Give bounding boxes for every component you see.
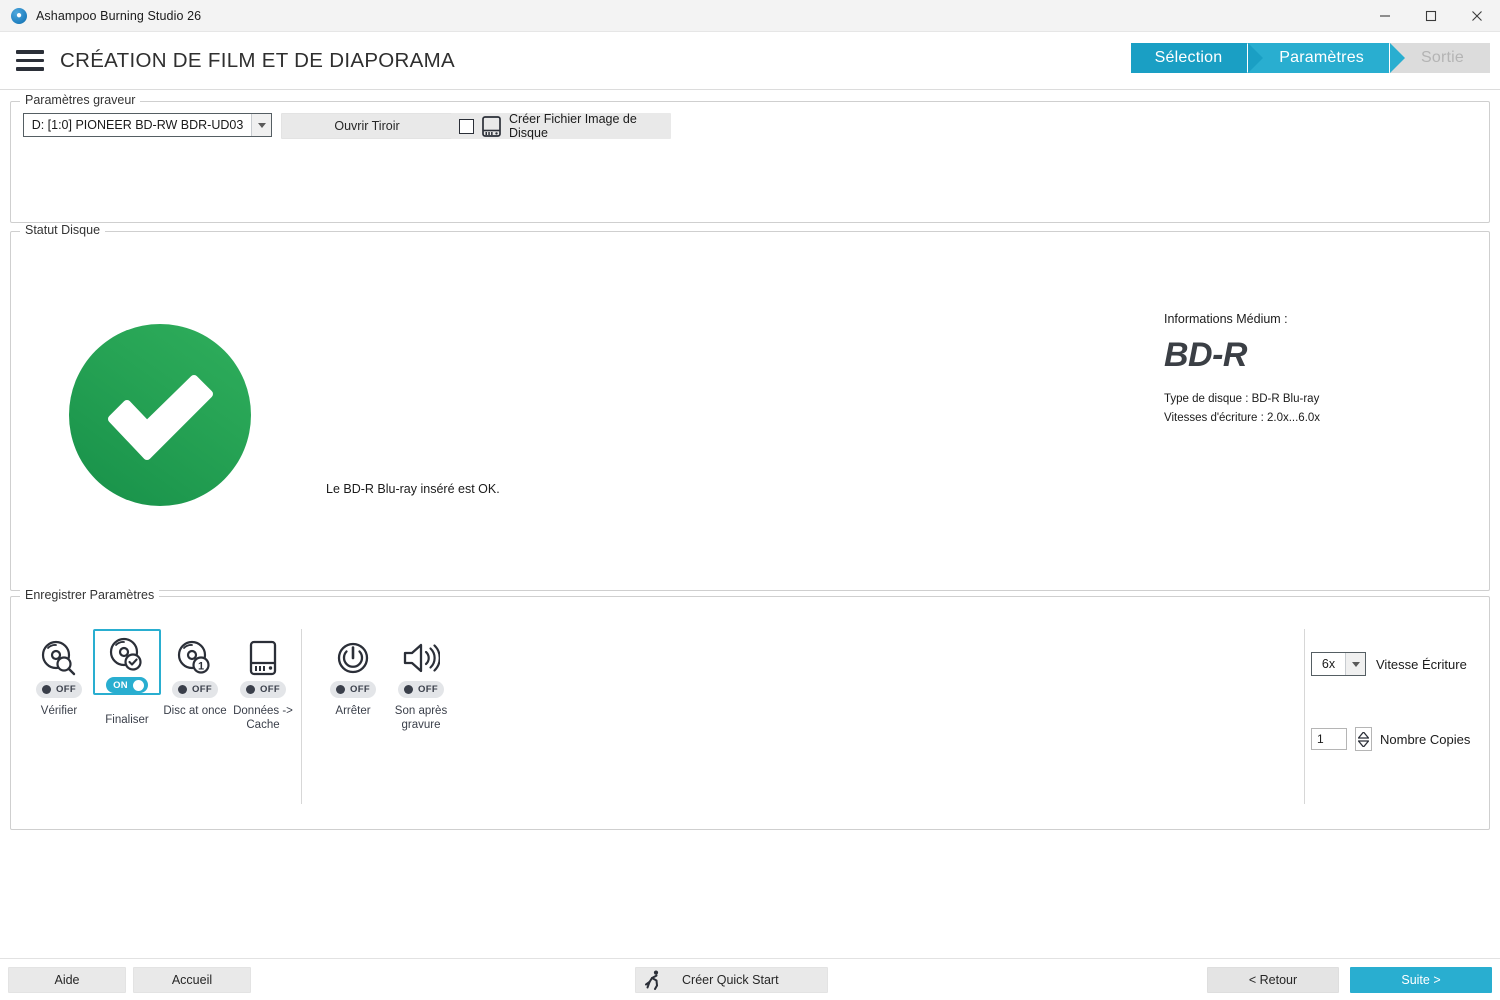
media-type: BD-R bbox=[1164, 336, 1247, 374]
minimize-icon[interactable] bbox=[1362, 0, 1408, 32]
disc-at-once-icon: 1 bbox=[176, 639, 214, 677]
step-output-label: Sortie bbox=[1421, 49, 1464, 66]
back-button[interactable]: < Retour bbox=[1207, 967, 1339, 993]
option-data-to-cache[interactable]: OFF Données -> Cache bbox=[229, 629, 297, 735]
chevron-down-icon[interactable] bbox=[1345, 653, 1365, 675]
flame-icon: ● bbox=[11, 7, 27, 24]
step-selection-label: Sélection bbox=[1154, 49, 1223, 66]
disc-status-message: Le BD-R Blu-ray inséré est OK. bbox=[326, 482, 500, 496]
open-tray-button[interactable]: Ouvrir Tiroir bbox=[281, 113, 453, 139]
option-data-to-cache-toggle[interactable]: OFF bbox=[240, 681, 286, 698]
option-sound-after-burn-toggle[interactable]: OFF bbox=[398, 681, 444, 698]
write-speed-row: 6x Vitesse Écriture bbox=[1311, 652, 1467, 676]
home-button[interactable]: Accueil bbox=[133, 967, 251, 993]
option-shutdown-toggle[interactable]: OFF bbox=[330, 681, 376, 698]
window-controls bbox=[1362, 0, 1500, 32]
record-options: OFF Vérifier ON Finaliser 1 OFF Disc at … bbox=[25, 629, 455, 735]
write-speeds-line: Vitesses d'écriture : 2.0x...6.0x bbox=[1164, 412, 1321, 425]
option-data-to-cache-label: Données -> Cache bbox=[233, 705, 293, 732]
hamburger-menu-icon[interactable] bbox=[12, 44, 48, 78]
hard-drive-cache-icon bbox=[246, 639, 280, 677]
option-data-to-cache-state: OFF bbox=[260, 684, 280, 695]
right-divider bbox=[1304, 629, 1305, 804]
option-verify[interactable]: OFF Vérifier bbox=[25, 629, 93, 720]
option-disc-at-once-state: OFF bbox=[192, 684, 212, 695]
write-speed-value: 6x bbox=[1321, 657, 1336, 671]
window-title: Ashampoo Burning Studio 26 bbox=[36, 8, 202, 23]
drive-select[interactable]: D: [1:0] PIONEER BD-RW BDR-UD03 bbox=[23, 113, 272, 137]
disc-status-group: Statut Disque Le BD-R Blu-ray inséré est… bbox=[10, 223, 1490, 591]
toggle-knob bbox=[336, 685, 346, 694]
disc-status-legend: Statut Disque bbox=[20, 223, 106, 237]
quick-start-button[interactable]: Créer Quick Start bbox=[635, 967, 828, 993]
speaker-sound-icon bbox=[402, 639, 440, 677]
help-button[interactable]: Aide bbox=[8, 967, 126, 993]
option-sound-after-burn[interactable]: OFF Son après gravure bbox=[387, 629, 455, 735]
media-information: Informations Médium : BD-R Type de disqu… bbox=[1164, 312, 1320, 427]
toggle-knob bbox=[42, 685, 52, 694]
option-disc-at-once[interactable]: 1 OFF Disc at once bbox=[161, 629, 229, 720]
disc-verify-icon bbox=[40, 639, 78, 677]
option-verify-toggle[interactable]: OFF bbox=[36, 681, 82, 698]
green-check-circle-icon bbox=[69, 324, 251, 506]
page-title: CRÉATION DE FILM ET DE DIAPORAMA bbox=[60, 48, 455, 72]
option-verify-label: Vérifier bbox=[40, 705, 78, 717]
copies-value: 1 bbox=[1317, 732, 1324, 746]
next-button[interactable]: Suite > bbox=[1350, 967, 1492, 993]
toggle-knob bbox=[246, 685, 256, 694]
burner-settings-group: Paramètres graveur D: [1:0] PIONEER BD-R… bbox=[10, 93, 1490, 223]
create-disc-image-option[interactable]: Créer Fichier Image de Disque bbox=[451, 112, 671, 140]
copies-label: Nombre Copies bbox=[1380, 731, 1471, 747]
footer-bar: Aide Accueil Créer Quick Start < Retour … bbox=[0, 958, 1500, 1000]
application-window: ● Ashampoo Burning Studio 26 CRÉATION DE… bbox=[0, 0, 1500, 1000]
spinner-up-down-icon[interactable] bbox=[1355, 727, 1372, 751]
write-speed-select[interactable]: 6x bbox=[1311, 652, 1366, 676]
power-off-icon bbox=[335, 639, 371, 677]
maximize-icon[interactable] bbox=[1408, 0, 1454, 32]
toggle-knob bbox=[178, 685, 188, 694]
svg-text:1: 1 bbox=[198, 661, 204, 673]
drive-select-value: D: [1:0] PIONEER BD-RW BDR-UD03 bbox=[31, 118, 244, 132]
step-breadcrumb: Sélection Paramètres Sortie bbox=[1130, 43, 1490, 73]
open-tray-label: Ouvrir Tiroir bbox=[334, 119, 400, 133]
chevron-down-icon[interactable] bbox=[251, 114, 271, 136]
back-button-label: < Retour bbox=[1248, 973, 1298, 987]
record-settings-legend: Enregistrer Paramètres bbox=[20, 588, 160, 602]
create-disc-image-checkbox[interactable] bbox=[459, 118, 474, 134]
close-icon[interactable] bbox=[1454, 0, 1500, 32]
runner-icon bbox=[644, 970, 662, 990]
option-shutdown-state: OFF bbox=[350, 684, 370, 695]
media-info-heading: Informations Médium : bbox=[1164, 312, 1288, 326]
option-sound-after-burn-label: Son après gravure bbox=[394, 705, 448, 732]
create-disc-image-label: Créer Fichier Image de Disque bbox=[509, 112, 637, 140]
step-selection[interactable]: Sélection bbox=[1130, 43, 1263, 73]
disc-image-file-icon bbox=[482, 115, 501, 137]
option-shutdown[interactable]: OFF Arrêter bbox=[319, 629, 387, 720]
options-divider bbox=[301, 629, 302, 804]
step-parameters-label: Paramètres bbox=[1279, 49, 1364, 66]
disc-type-line: Type de disque : BD-R Blu-ray bbox=[1164, 393, 1320, 405]
write-speed-label: Vitesse Écriture bbox=[1376, 656, 1467, 672]
option-finalize-label: Finaliser bbox=[105, 713, 149, 726]
step-parameters[interactable]: Paramètres bbox=[1247, 43, 1405, 73]
option-sound-after-burn-state: OFF bbox=[418, 684, 438, 695]
option-shutdown-label: Arrêter bbox=[335, 705, 371, 717]
burner-settings-legend: Paramètres graveur bbox=[20, 93, 141, 107]
quick-start-button-label: Créer Quick Start bbox=[682, 973, 779, 987]
option-disc-at-once-toggle[interactable]: OFF bbox=[172, 681, 218, 698]
option-disc-at-once-label: Disc at once bbox=[163, 705, 227, 717]
next-button-label: Suite > bbox=[1401, 973, 1441, 987]
toggle-knob bbox=[404, 685, 414, 694]
help-button-label: Aide bbox=[54, 973, 80, 987]
record-settings-group: Enregistrer Paramètres OFF Vérifier ON F… bbox=[10, 588, 1490, 830]
copies-row: 1 Nombre Copies bbox=[1311, 727, 1470, 751]
home-button-label: Accueil bbox=[171, 973, 213, 987]
option-verify-state: OFF bbox=[56, 684, 76, 695]
copies-input[interactable]: 1 bbox=[1311, 728, 1347, 750]
title-bar: ● Ashampoo Burning Studio 26 bbox=[0, 0, 1500, 32]
